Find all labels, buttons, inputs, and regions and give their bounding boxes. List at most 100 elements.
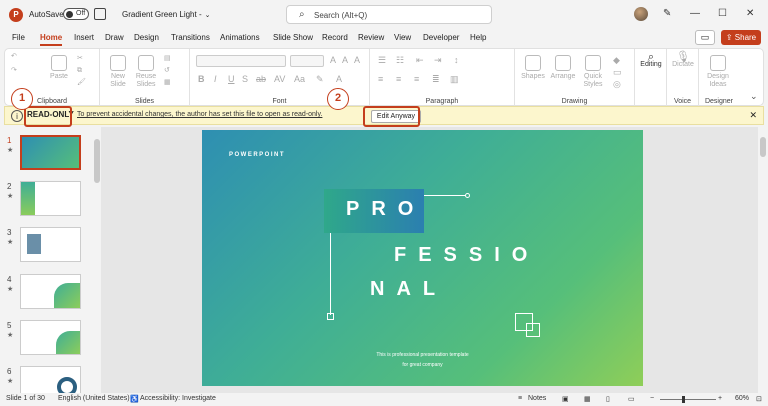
tab-insert[interactable]: Insert	[74, 33, 94, 42]
file-name[interactable]: Gradient Green Light - ⌄	[122, 10, 211, 19]
tab-home[interactable]: Home	[40, 33, 63, 46]
spacing-icon[interactable]: AV	[274, 74, 285, 84]
tab-help[interactable]: Help	[470, 33, 486, 42]
normal-view-icon[interactable]: ▣	[562, 395, 569, 403]
strikethrough-icon[interactable]: ab	[256, 74, 266, 84]
design-ideas-label: Design Ideas	[707, 73, 729, 88]
justify-icon[interactable]: ≣	[432, 74, 440, 85]
scrollbar-thumb[interactable]	[760, 137, 766, 157]
align-right-icon[interactable]: ≡	[414, 74, 419, 84]
italic-icon[interactable]: I	[214, 74, 217, 84]
new-slide-button[interactable]: New Slide	[106, 55, 130, 89]
reset-icon[interactable]: ↺	[164, 67, 170, 75]
close-icon[interactable]: ✕	[746, 8, 754, 19]
collapse-ribbon-icon[interactable]: ⌄	[750, 91, 758, 102]
slide-thumbnail-1[interactable]	[20, 135, 81, 170]
format-painter-icon[interactable]: 🖌	[77, 79, 86, 87]
tab-view[interactable]: View	[394, 33, 411, 42]
align-center-icon[interactable]: ≡	[396, 74, 401, 84]
slide-thumbnail-2[interactable]	[20, 181, 81, 216]
ribbon-display-icon[interactable]: ✎	[663, 8, 671, 19]
copy-icon[interactable]: ⧉	[77, 67, 82, 75]
slide-count: Slide 1 of 30	[6, 395, 45, 402]
slideshow-icon[interactable]: ▭	[628, 395, 635, 403]
zoom-slider-thumb[interactable]	[682, 396, 685, 403]
tab-developer[interactable]: Developer	[423, 33, 459, 42]
tab-file[interactable]: File	[12, 33, 25, 42]
fit-slide-icon[interactable]: ⊡	[756, 395, 762, 403]
tab-animations[interactable]: Animations	[220, 33, 260, 42]
autosave-state: Off	[76, 10, 86, 17]
editing-button[interactable]: ⌕ Editing	[637, 52, 665, 69]
autosave-toggle[interactable]: Off	[63, 8, 89, 20]
shapes-button[interactable]: Shapes	[519, 55, 547, 81]
layout-icon[interactable]: ▤	[164, 55, 171, 63]
clear-format-icon[interactable]: A	[354, 55, 360, 65]
shape-fill-icon[interactable]: ◆	[613, 55, 620, 66]
font-color-icon[interactable]: A	[336, 74, 342, 84]
share-button[interactable]: ⇪ Share	[721, 30, 761, 45]
thumb-number: 3	[7, 228, 12, 237]
canvas-scrollbar[interactable]	[758, 127, 768, 393]
bold-icon[interactable]: B	[198, 74, 205, 84]
shadow-icon[interactable]: S	[242, 74, 248, 84]
tab-design[interactable]: Design	[134, 33, 159, 42]
new-slide-icon	[110, 55, 126, 71]
increase-font-icon[interactable]: A	[330, 55, 336, 65]
connector-dot	[465, 193, 470, 198]
decrease-font-icon[interactable]: A	[342, 55, 348, 65]
highlight-edit-anyway	[363, 106, 420, 127]
language-status[interactable]: English (United States)	[58, 395, 130, 402]
bullets-icon[interactable]: ☰	[378, 55, 386, 66]
slide-sorter-icon[interactable]: ▦	[584, 395, 591, 403]
design-ideas-button[interactable]: Design Ideas	[703, 55, 733, 89]
maximize-icon[interactable]: ☐	[718, 8, 727, 19]
zoom-slider[interactable]	[660, 399, 716, 400]
cut-icon[interactable]: ✂	[77, 55, 83, 63]
save-icon[interactable]	[94, 8, 106, 20]
columns-icon[interactable]: ▥	[450, 74, 459, 85]
font-name-select[interactable]	[196, 55, 286, 67]
scrollbar-thumb[interactable]	[94, 139, 100, 183]
line-spacing-icon[interactable]: ↕	[454, 55, 459, 65]
reading-view-icon[interactable]: ▯	[606, 395, 610, 403]
section-icon[interactable]: ▦	[164, 79, 171, 87]
shape-outline-icon[interactable]: ▭	[613, 67, 622, 78]
quick-styles-button[interactable]: Quick Styles	[579, 55, 607, 89]
numbering-icon[interactable]: ☷	[396, 55, 404, 66]
slide-thumbnail-5[interactable]	[20, 320, 81, 355]
slide-thumbnail-4[interactable]	[20, 274, 81, 309]
tab-review[interactable]: Review	[358, 33, 384, 42]
zoom-in-icon[interactable]: +	[718, 395, 722, 402]
search-box[interactable]: ⌕ Search (Alt+Q)	[286, 5, 492, 24]
undo-icon[interactable]: ↶	[11, 53, 17, 61]
tab-draw[interactable]: Draw	[105, 33, 124, 42]
tab-transitions[interactable]: Transitions	[171, 33, 210, 42]
arrange-button[interactable]: Arrange	[549, 55, 577, 81]
current-slide[interactable]: POWERPOINT PRO FESSIO NAL This is profes…	[202, 130, 643, 386]
tab-slide-show[interactable]: Slide Show	[273, 33, 313, 42]
tab-record[interactable]: Record	[322, 33, 348, 42]
slide-thumbnail-3[interactable]	[20, 227, 81, 262]
zoom-out-icon[interactable]: −	[650, 395, 654, 402]
align-left-icon[interactable]: ≡	[378, 74, 383, 84]
comments-button[interactable]: ▭	[695, 30, 715, 45]
font-size-select[interactable]	[290, 55, 324, 67]
outdent-icon[interactable]: ⇥	[434, 55, 442, 66]
zoom-level[interactable]: 60%	[735, 395, 749, 402]
highlight-icon[interactable]: ✎	[316, 74, 324, 85]
reuse-slides-button[interactable]: Reuse Slides	[134, 55, 158, 89]
close-icon[interactable]: ✕	[749, 110, 757, 121]
redo-icon[interactable]: ↷	[11, 67, 17, 75]
shape-effects-icon[interactable]: ◎	[613, 79, 621, 90]
thumbnail-scrollbar[interactable]	[93, 129, 101, 391]
accessibility-status[interactable]: Accessibility: Investigate	[140, 395, 216, 402]
notes-button[interactable]: Notes	[528, 395, 546, 402]
underline-icon[interactable]: U	[228, 74, 235, 84]
minimize-icon[interactable]: —	[690, 8, 700, 19]
change-case-icon[interactable]: Aa	[294, 74, 305, 84]
paste-button[interactable]: Paste	[47, 55, 71, 81]
dictate-button[interactable]: 🎙 Dictate	[669, 52, 697, 69]
avatar[interactable]	[634, 7, 648, 21]
indent-icon[interactable]: ⇤	[416, 55, 424, 66]
